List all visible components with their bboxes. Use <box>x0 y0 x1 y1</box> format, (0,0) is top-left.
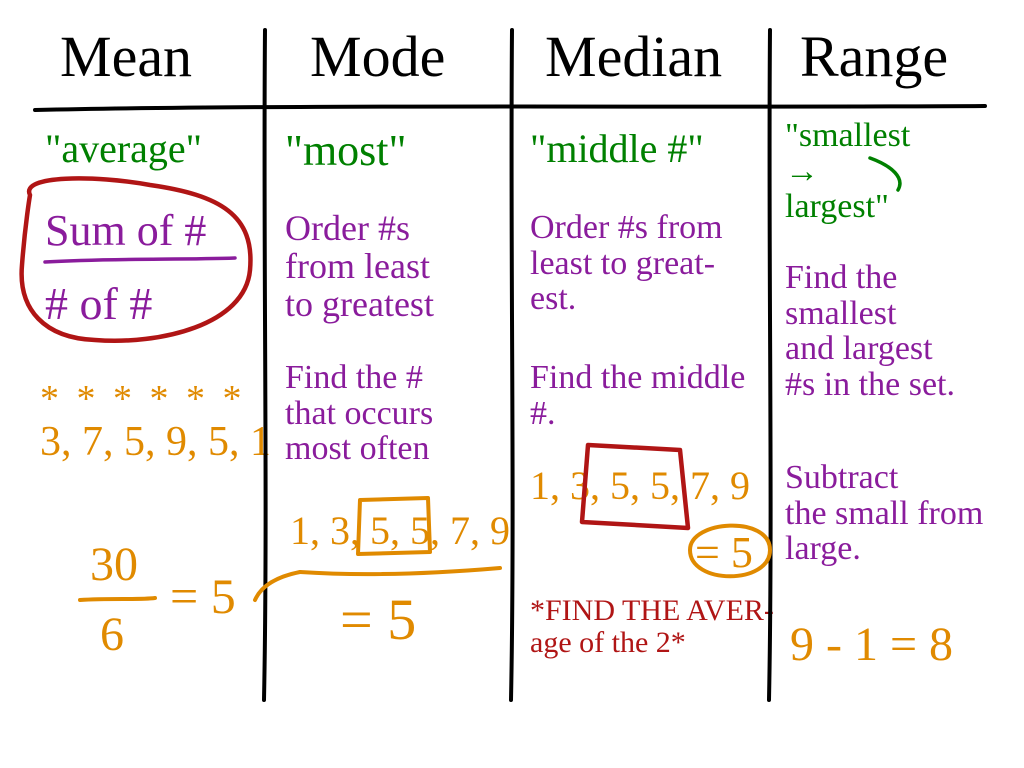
mean-formula-bottom: # of # <box>45 280 152 328</box>
mean-stars: * * * * * * <box>40 380 246 420</box>
header-mode: Mode <box>310 28 445 108</box>
median-step1: Order #s from least to great- est. <box>530 210 723 317</box>
mode-keyword: "most" <box>285 128 407 174</box>
median-result: = 5 <box>695 530 753 576</box>
median-note: *FIND THE AVER- age of the 2* <box>530 595 774 658</box>
median-keyword: "middle #" <box>530 128 704 170</box>
mean-formula-top: Sum of # <box>45 208 206 254</box>
median-step2: Find the middle #. <box>530 360 745 431</box>
median-ordered-set: 1, 3, 5, 5, 7, 9 <box>530 465 750 507</box>
mean-numerator: 30 <box>90 540 138 590</box>
range-step2: Subtract the small from large. <box>785 460 983 567</box>
header-range: Range <box>800 28 948 108</box>
range-keyword: "smallest → largest" <box>785 118 910 225</box>
mode-result: = 5 <box>340 590 416 651</box>
mean-denominator: 6 <box>100 610 124 660</box>
mode-ordered-set: 1, 3, 5, 5, 7, 9 <box>290 510 510 552</box>
range-step1: Find the smallest and largest #s in the … <box>785 260 955 403</box>
mean-keyword: "average" <box>45 128 202 170</box>
mode-step2: Find the # that occurs most often <box>285 360 433 467</box>
header-median: Median <box>545 28 722 108</box>
range-work: 9 - 1 = 8 <box>790 620 953 670</box>
whiteboard: Mean Mode Median Range "average" Sum of … <box>0 0 1024 768</box>
header-mean: Mean <box>60 28 192 108</box>
mean-result: = 5 <box>170 570 236 623</box>
mean-sample-set: 3, 7, 5, 9, 5, 1 <box>40 420 271 464</box>
mode-step1: Order #s from least to greatest <box>285 210 434 323</box>
